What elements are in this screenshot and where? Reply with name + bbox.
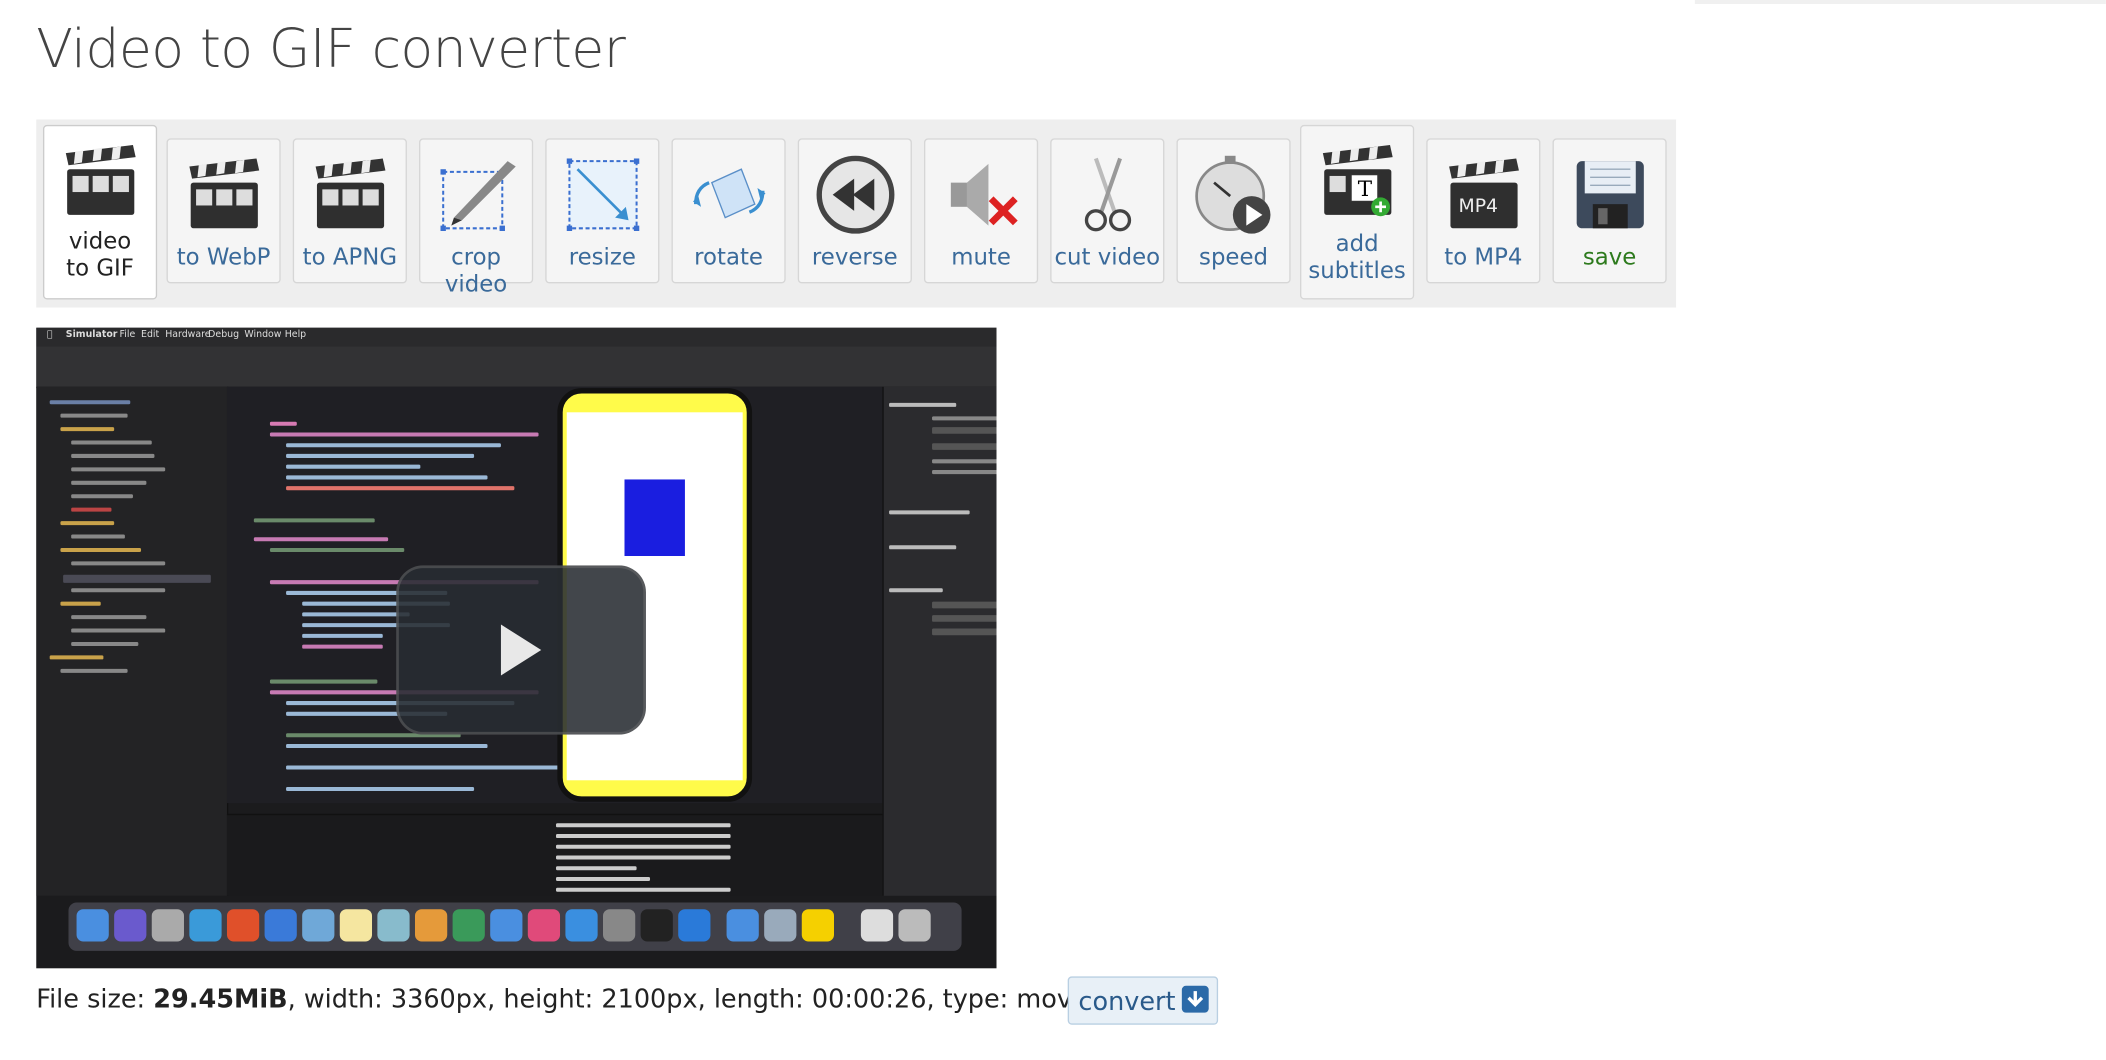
resize-icon [566, 158, 639, 231]
tool-label: mute [951, 244, 1011, 272]
clapperboard-mp4-icon: MP4 [1448, 158, 1519, 229]
clapperboard-icon [65, 145, 135, 215]
file-size-value: 29.45MiB [153, 984, 288, 1014]
tool-to-webp[interactable]: to WebP [166, 138, 281, 284]
video-preview[interactable]:  Simulator File Edit Hardware Debug Win… [36, 327, 997, 969]
svg-text:T: T [1357, 177, 1372, 202]
page-title: Video to GIF converter [36, 18, 626, 81]
download-arrow-icon [1181, 985, 1209, 1013]
play-button[interactable] [396, 565, 646, 735]
file-details: , width: 3360px, height: 2100px, length:… [287, 984, 1072, 1014]
mute-icon [950, 163, 1018, 226]
tool-cut-video[interactable]: cut video [1050, 138, 1165, 284]
clapperboard-icon [188, 158, 259, 229]
top-strip [1694, 0, 2106, 5]
tool-label: crop video [444, 244, 508, 299]
svg-text:MP4: MP4 [1458, 196, 1498, 217]
tool-label: add subtitles [1308, 230, 1406, 285]
floppy-disk-icon [1576, 161, 1644, 229]
scissors-icon [1084, 157, 1131, 232]
tool-reverse[interactable]: reverse [797, 138, 912, 284]
play-icon [500, 624, 542, 676]
simulator-menubar:  Simulator File Edit Hardware Debug Win… [36, 327, 997, 347]
tool-label: to MP4 [1444, 244, 1523, 272]
tool-label: reverse [811, 244, 898, 272]
rewind-icon [815, 155, 894, 234]
tool-rotate[interactable]: rotate [671, 138, 786, 284]
tool-speed[interactable]: speed [1176, 138, 1291, 284]
rotate-icon [692, 168, 765, 219]
tool-label: to APNG [302, 244, 398, 272]
tool-label: video to GIF [66, 228, 134, 283]
tool-add-subtitles[interactable]: T add subtitles [1300, 124, 1415, 300]
inspector-panel [882, 386, 997, 896]
tool-toolbar: video to GIF to WebP to APNG crop video … [36, 119, 1677, 308]
debug-console [226, 813, 883, 896]
xcode-toolbar [36, 346, 997, 389]
file-size-label: File size: [36, 984, 154, 1014]
tool-to-mp4[interactable]: MP4 to MP4 [1426, 138, 1541, 284]
tool-save[interactable]: save [1552, 138, 1667, 284]
tool-crop-video[interactable]: crop video [419, 138, 534, 298]
xcode-navigator [36, 386, 229, 896]
crop-icon [439, 161, 516, 231]
tool-label: resize [568, 244, 636, 272]
tool-label: save [1582, 244, 1637, 272]
stopwatch-icon [1194, 155, 1270, 234]
convert-label: convert [1078, 987, 1176, 1017]
tool-mute[interactable]: mute [923, 138, 1039, 284]
blue-label-box [624, 479, 685, 557]
tool-video-to-gif[interactable]: video to GIF [42, 124, 158, 300]
tool-to-apng[interactable]: to APNG [292, 138, 407, 284]
tool-label: rotate [694, 244, 763, 272]
subtitles-icon: T [1322, 145, 1393, 217]
tool-resize[interactable]: resize [545, 138, 660, 284]
file-info: File size: 29.45MiB, width: 3360px, heig… [36, 984, 1072, 1014]
macos-dock [68, 902, 962, 951]
tool-label: to WebP [176, 244, 271, 272]
convert-button[interactable]: convert [1067, 976, 1219, 1025]
clapperboard-icon [314, 158, 385, 229]
tool-label: speed [1199, 244, 1269, 272]
tool-label: cut video [1054, 244, 1161, 272]
